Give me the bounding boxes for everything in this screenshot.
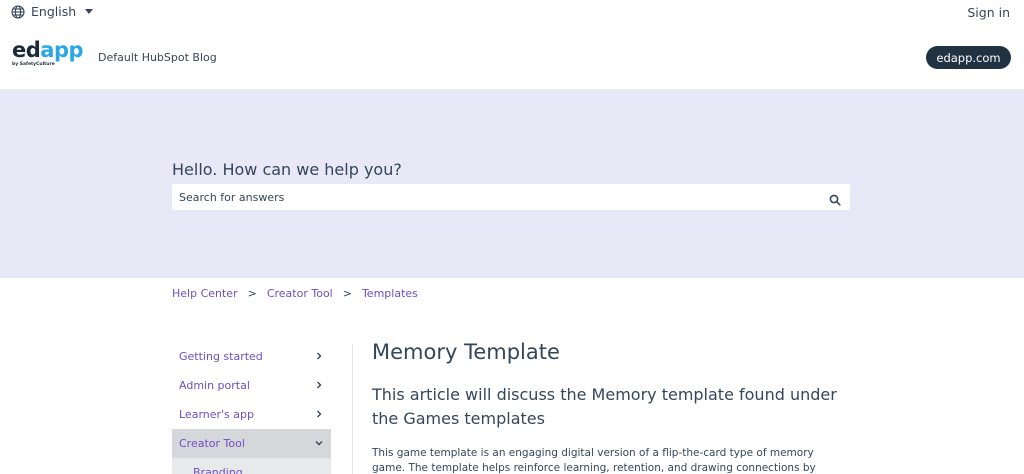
- logo-tagline: by SafetyCulture: [12, 62, 55, 67]
- caret-down-icon: [85, 9, 94, 14]
- utility-bar: English Sign in: [0, 0, 1024, 26]
- sidebar-item-label: Admin portal: [179, 379, 250, 392]
- breadcrumb: Help Center > Creator Tool > Templates: [172, 287, 418, 300]
- article-title: Memory Template: [372, 340, 560, 364]
- chevron-right-icon: [317, 410, 322, 418]
- logo-wordmark: edapp: [12, 38, 84, 62]
- site-header: edapp by SafetyCulture Default HubSpot B…: [0, 26, 1024, 89]
- blog-title[interactable]: Default HubSpot Blog: [98, 51, 217, 64]
- breadcrumb-separator: >: [247, 287, 257, 300]
- breadcrumb-templates[interactable]: Templates: [362, 287, 418, 300]
- sidebar-item-label: Learner's app: [179, 408, 254, 421]
- sidebar-item-admin-portal[interactable]: Admin portal: [172, 371, 331, 400]
- sidebar-item-label: Getting started: [179, 350, 263, 363]
- language-label: English: [31, 4, 77, 19]
- sidebar-subitem-branding[interactable]: Branding: [172, 458, 331, 474]
- search-input[interactable]: [172, 184, 812, 210]
- sidebar-item-label: Creator Tool: [179, 437, 245, 450]
- chevron-right-icon: [317, 352, 322, 360]
- chevron-right-icon: [317, 381, 322, 389]
- breadcrumb-separator: >: [342, 287, 352, 300]
- content-divider: [352, 344, 353, 474]
- sidebar-item-learners-app[interactable]: Learner's app: [172, 400, 331, 429]
- sidebar-nav: Getting started Admin portal Learner's a…: [172, 342, 331, 474]
- article-body: This game template is an engaging digita…: [372, 447, 816, 474]
- sign-in-link[interactable]: Sign in: [967, 5, 1010, 20]
- language-selector[interactable]: English: [11, 4, 94, 19]
- hero-title: Hello. How can we help you?: [172, 160, 402, 179]
- search-bar: [172, 184, 850, 210]
- sidebar-item-creator-tool[interactable]: Creator Tool: [172, 429, 331, 458]
- article: Memory Template This article will discus…: [372, 338, 852, 474]
- globe-icon: [11, 4, 25, 19]
- breadcrumb-creator-tool[interactable]: Creator Tool: [267, 287, 333, 300]
- sidebar-item-getting-started[interactable]: Getting started: [172, 342, 331, 371]
- search-icon[interactable]: [829, 191, 841, 206]
- hero-banner: Hello. How can we help you?: [0, 89, 1024, 278]
- article-subtitle: This article will discuss the Memory tem…: [372, 385, 837, 428]
- breadcrumb-help-center[interactable]: Help Center: [172, 287, 238, 300]
- edapp-logo[interactable]: edapp by SafetyCulture: [12, 39, 84, 69]
- edapp-site-button[interactable]: edapp.com: [926, 46, 1011, 69]
- chevron-down-icon: [315, 441, 323, 446]
